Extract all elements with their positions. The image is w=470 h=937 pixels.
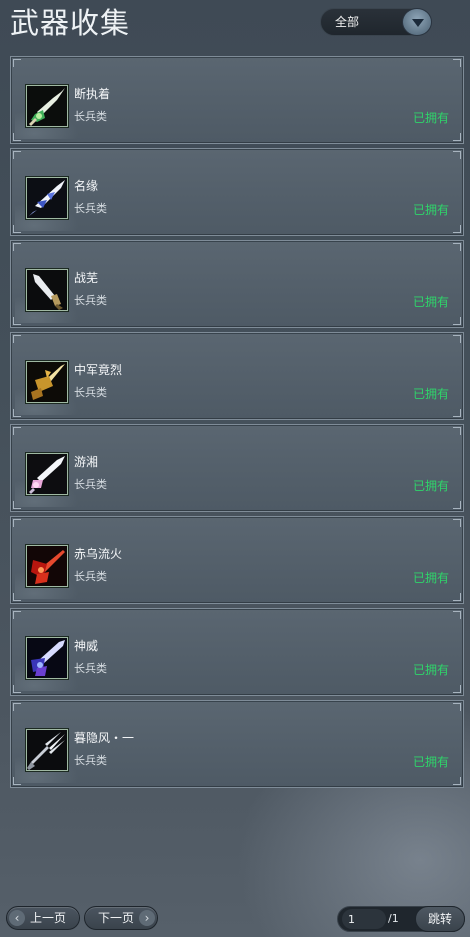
weapon-icon-silver [26, 269, 68, 311]
weapon-category: 长兵类 [74, 570, 107, 583]
weapon-category: 长兵类 [74, 478, 107, 491]
prev-page-label: 上一页 [29, 911, 66, 925]
card-corner-ornament [453, 225, 461, 233]
card-corner-ornament [13, 519, 21, 527]
weapon-icon-gold [26, 361, 68, 403]
card-corner-ornament [453, 151, 461, 159]
card-corner-ornament [453, 593, 461, 601]
card-corner-ornament [13, 335, 21, 343]
card-corner-ornament [13, 59, 21, 67]
owned-status: 已拥有 [412, 571, 449, 585]
card-corner-ornament [453, 685, 461, 693]
page-jump-control: /1 跳转 [337, 906, 465, 932]
owned-status: 已拥有 [412, 479, 449, 493]
weapon-name: 战芜 [74, 271, 99, 285]
weapon-card[interactable]: 名缘 长兵类 已拥有 [10, 148, 464, 236]
card-corner-ornament [453, 243, 461, 251]
weapon-icon-red [26, 545, 68, 587]
card-corner-ornament [453, 427, 461, 435]
page-title: 武器收集 [10, 6, 131, 40]
weapon-name: 暮隐风・一 [74, 731, 135, 745]
filter-dropdown[interactable]: 全部 [320, 8, 432, 36]
page-total: /1 [388, 912, 399, 925]
weapon-card[interactable]: 赤乌流火 长兵类 已拥有 [10, 516, 464, 604]
card-corner-ornament [453, 133, 461, 141]
card-corner-ornament [453, 317, 461, 325]
chevron-right-icon: › [139, 910, 155, 926]
weapon-icon-purple-blue [26, 637, 68, 679]
card-corner-ornament [453, 611, 461, 619]
next-page-label: 下一页 [97, 911, 134, 925]
weapon-card[interactable]: 游湘 长兵类 已拥有 [10, 424, 464, 512]
weapon-category: 长兵类 [74, 110, 107, 123]
next-page-button[interactable]: 下一页 › [84, 906, 158, 930]
weapon-icon-blue-white [26, 177, 68, 219]
weapon-name: 名缘 [74, 179, 99, 193]
weapon-category: 长兵类 [74, 662, 107, 675]
owned-status: 已拥有 [412, 387, 449, 401]
card-corner-ornament [13, 427, 21, 435]
weapon-name: 中军竟烈 [74, 363, 123, 377]
card-corner-ornament [453, 777, 461, 785]
weapon-name: 赤乌流火 [74, 547, 123, 561]
filter-selected-value: 全部 [335, 15, 360, 29]
weapon-icon-silver-trident [26, 729, 68, 771]
card-corner-ornament [13, 703, 21, 711]
jump-button[interactable]: 跳转 [415, 906, 465, 932]
card-corner-ornament [453, 59, 461, 67]
weapon-icon-pink-white [26, 453, 68, 495]
owned-status: 已拥有 [412, 295, 449, 309]
card-corner-ornament [13, 243, 21, 251]
owned-status: 已拥有 [412, 755, 449, 769]
owned-status: 已拥有 [412, 203, 449, 217]
owned-status: 已拥有 [412, 111, 449, 125]
card-corner-ornament [13, 611, 21, 619]
weapon-icon-green-jade [26, 85, 68, 127]
weapon-name: 游湘 [74, 455, 99, 469]
card-corner-ornament [453, 703, 461, 711]
chevron-down-icon[interactable] [402, 8, 432, 36]
card-corner-ornament [453, 519, 461, 527]
card-corner-ornament [453, 409, 461, 417]
weapon-card[interactable]: 战芜 长兵类 已拥有 [10, 240, 464, 328]
card-corner-ornament [453, 335, 461, 343]
weapon-card[interactable]: 神威 长兵类 已拥有 [10, 608, 464, 696]
weapon-category: 长兵类 [74, 202, 107, 215]
weapon-category: 长兵类 [74, 294, 107, 307]
weapon-name: 断执着 [74, 87, 111, 101]
weapon-card[interactable]: 中军竟烈 长兵类 已拥有 [10, 332, 464, 420]
weapon-card[interactable]: 断执着 长兵类 已拥有 [10, 56, 464, 144]
page-number-input[interactable] [342, 909, 386, 929]
card-corner-ornament [13, 151, 21, 159]
weapon-category: 长兵类 [74, 386, 107, 399]
prev-page-button[interactable]: ‹ 上一页 [6, 906, 80, 930]
chevron-left-icon: ‹ [9, 910, 25, 926]
owned-status: 已拥有 [412, 663, 449, 677]
weapon-category: 长兵类 [74, 754, 107, 767]
weapon-card[interactable]: 暮隐风・一 长兵类 已拥有 [10, 700, 464, 788]
weapon-name: 神威 [74, 639, 99, 653]
card-corner-ornament [453, 501, 461, 509]
